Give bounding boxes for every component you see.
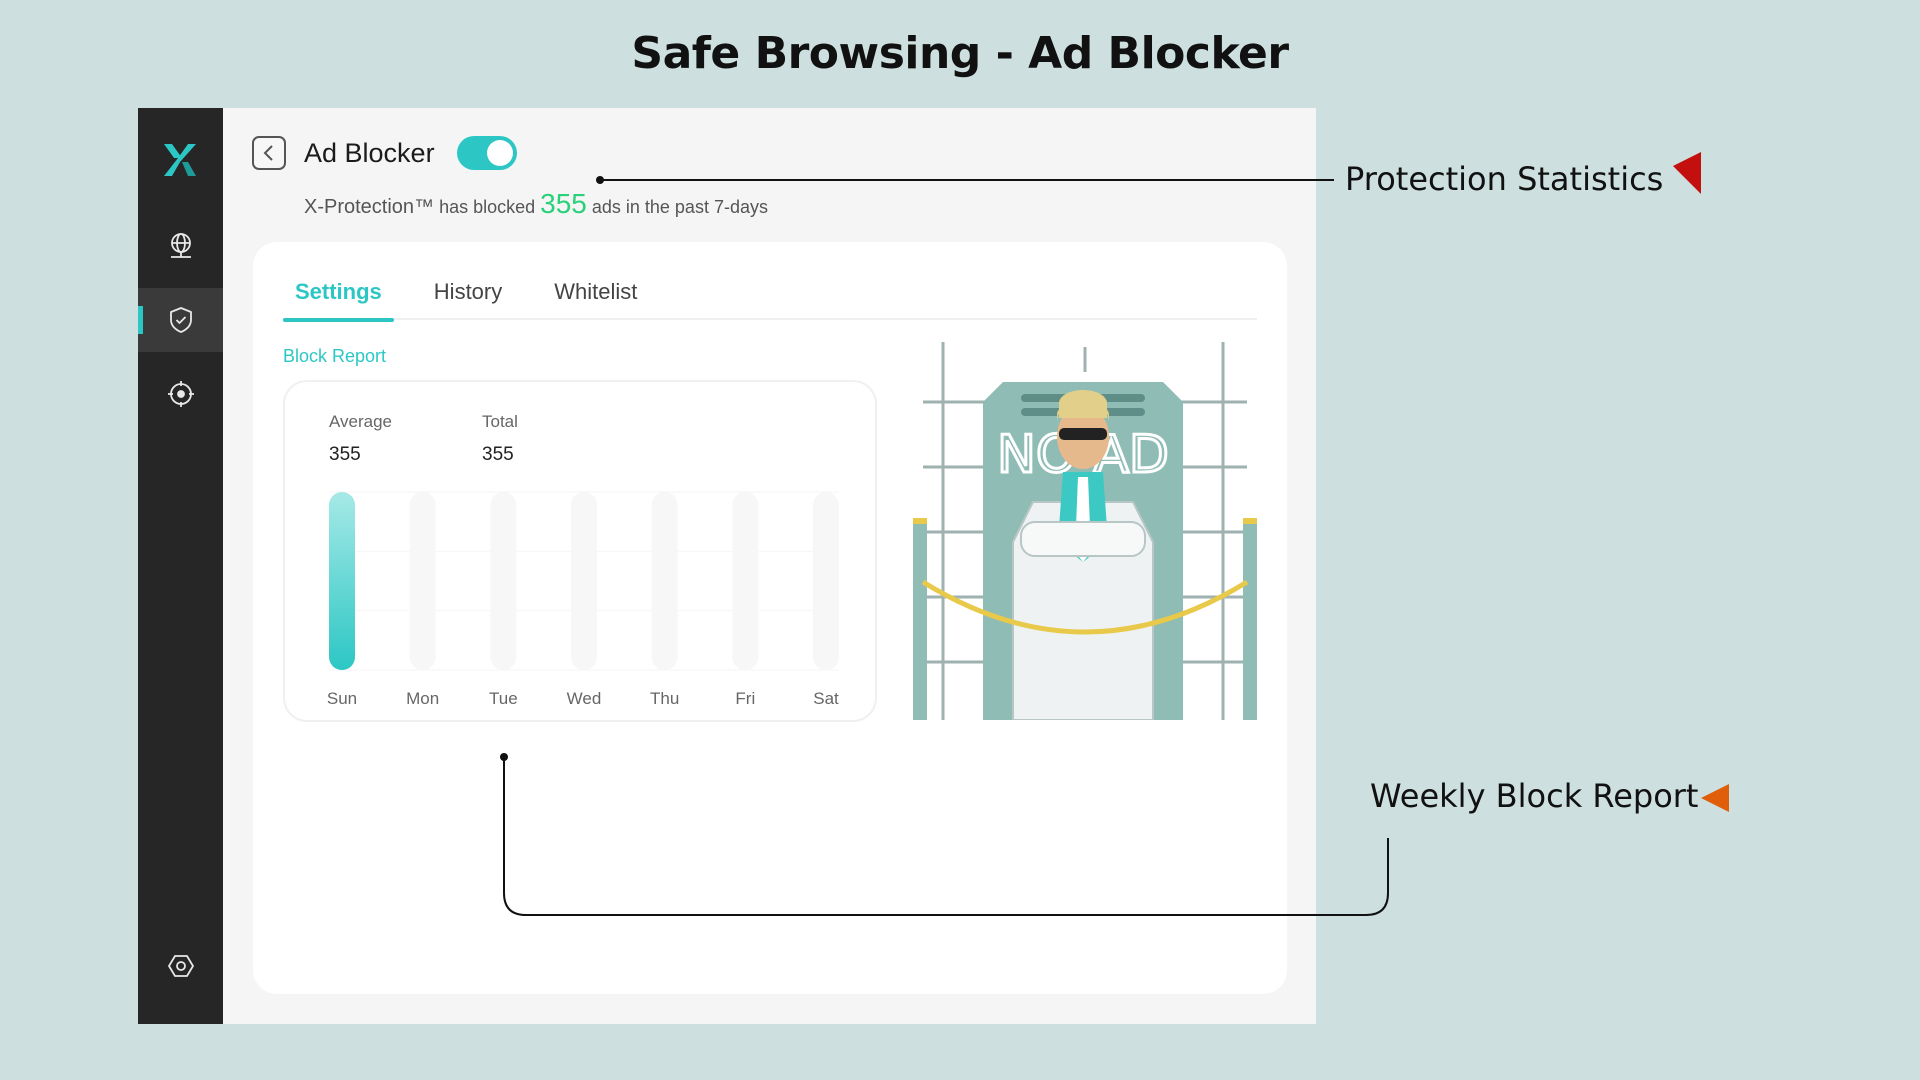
shield-check-icon — [169, 307, 192, 333]
bar-sun[interactable] — [329, 492, 355, 670]
guard-illustration: NO AD — [913, 342, 1257, 720]
tab-settings[interactable]: Settings — [283, 270, 394, 322]
block-report-label: Block Report — [283, 346, 387, 366]
protection-statistics-annotation: Protection Statistics — [1345, 160, 1664, 198]
crosshair-target-icon — [167, 381, 194, 407]
content-card: Settings History Whitelist Block Report … — [253, 242, 1287, 994]
protection-statistics-marker-icon — [1673, 152, 1701, 194]
sidebar-item-settings[interactable] — [138, 934, 223, 998]
sidebar-item-web-protection[interactable] — [138, 214, 223, 278]
x-label-thu: Thu — [650, 689, 679, 708]
settings-hex-icon — [167, 955, 194, 977]
product-name: X-Protection™ — [304, 196, 435, 218]
bar-track-sat — [813, 492, 839, 670]
x-label-fri: Fri — [735, 689, 755, 708]
sidebar-item-ad-blocker[interactable] — [138, 288, 223, 352]
x-label-wed: Wed — [567, 689, 602, 708]
weekly-report-marker-icon — [1701, 784, 1729, 812]
bar-track-fri — [732, 492, 759, 670]
chevron-left-icon — [263, 145, 273, 161]
bar-track-tue — [490, 492, 517, 670]
tab-history[interactable]: History — [422, 270, 514, 320]
block-report-card: Average 355 Total 355 Sun Mon Tue Wed Thu Fri… — [283, 380, 877, 722]
x-label-sun: Sun — [327, 689, 357, 708]
x-label-mon: Mon — [406, 689, 439, 708]
back-button[interactable] — [252, 136, 286, 170]
page-title: Safe Browsing - Ad Blocker — [631, 28, 1289, 79]
tab-whitelist[interactable]: Whitelist — [542, 270, 649, 320]
ad-blocker-toggle[interactable] — [456, 136, 517, 170]
weekly-block-report-annotation: Weekly Block Report — [1370, 777, 1699, 815]
app-window: Ad Blocker X-Protection™ has blocked 355… — [138, 108, 1316, 1024]
bar-track-wed — [571, 492, 597, 670]
protection-statistics: X-Protection™ has blocked 355 ads in the… — [304, 188, 768, 220]
weekly-bar-chart: Sun Mon Tue Wed Thu Fri Sat — [327, 491, 839, 708]
sidebar-item-tracking[interactable] — [138, 362, 223, 426]
subtitle-suffix: ads in the past 7-days — [586, 197, 768, 217]
x-logo-icon[interactable] — [158, 138, 202, 182]
globe-network-icon — [170, 233, 191, 258]
ad-blocker-title: Ad Blocker — [304, 137, 435, 168]
x-label-tue: Tue — [489, 689, 518, 708]
subtitle-mid: has blocked — [434, 197, 541, 217]
bar-track-thu — [651, 492, 678, 670]
blocked-count: 355 — [540, 188, 587, 219]
x-label-sat: Sat — [813, 689, 839, 708]
tab-bar: Settings History Whitelist — [283, 270, 1257, 322]
header: Ad Blocker — [252, 136, 517, 170]
bar-track-mon — [409, 492, 436, 670]
sidebar — [138, 108, 223, 1024]
